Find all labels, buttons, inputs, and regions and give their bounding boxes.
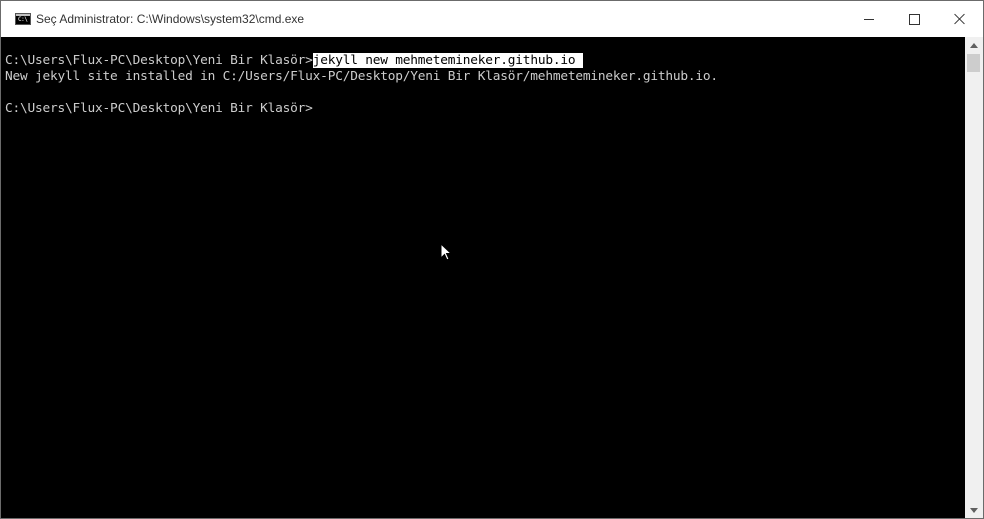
maximize-icon — [908, 13, 920, 25]
console-line: New jekyll site installed in C:/Users/Fl… — [5, 69, 718, 84]
chevron-down-icon — [970, 508, 978, 513]
console-line: C:\Users\Flux-PC\Desktop\Yeni Bir Klasör… — [5, 53, 583, 69]
scroll-up-button[interactable] — [965, 37, 983, 54]
window-title: Seç Administrator: C:\Windows\system32\c… — [36, 12, 305, 26]
cmd-icon[interactable]: C:\ — [15, 13, 31, 25]
chevron-up-icon — [970, 43, 978, 48]
console-line: C:\Users\Flux-PC\Desktop\Yeni Bir Klasör… — [5, 101, 313, 117]
scroll-down-button[interactable] — [965, 502, 983, 518]
vertical-scrollbar[interactable] — [965, 37, 983, 518]
close-icon — [954, 13, 966, 25]
selected-command-text[interactable]: jekyll new mehmetemineker.github.io — [312, 53, 583, 68]
close-button[interactable] — [937, 1, 983, 37]
prompt-text: C:\Users\Flux-PC\Desktop\Yeni Bir Klasör… — [5, 53, 313, 68]
title-bar[interactable]: C:\ Seç Administrator: C:\Windows\system… — [1, 1, 983, 37]
scrollbar-thumb[interactable] — [967, 54, 980, 72]
cmd-window: C:\ Seç Administrator: C:\Windows\system… — [0, 0, 984, 519]
console-output[interactable]: C:\Users\Flux-PC\Desktop\Yeni Bir Klasör… — [1, 37, 965, 518]
minimize-icon — [864, 18, 874, 20]
prompt-text: C:\Users\Flux-PC\Desktop\Yeni Bir Klasör… — [5, 101, 313, 116]
minimize-button[interactable] — [846, 1, 892, 37]
mouse-cursor-icon — [440, 243, 452, 261]
maximize-button[interactable] — [891, 1, 937, 37]
